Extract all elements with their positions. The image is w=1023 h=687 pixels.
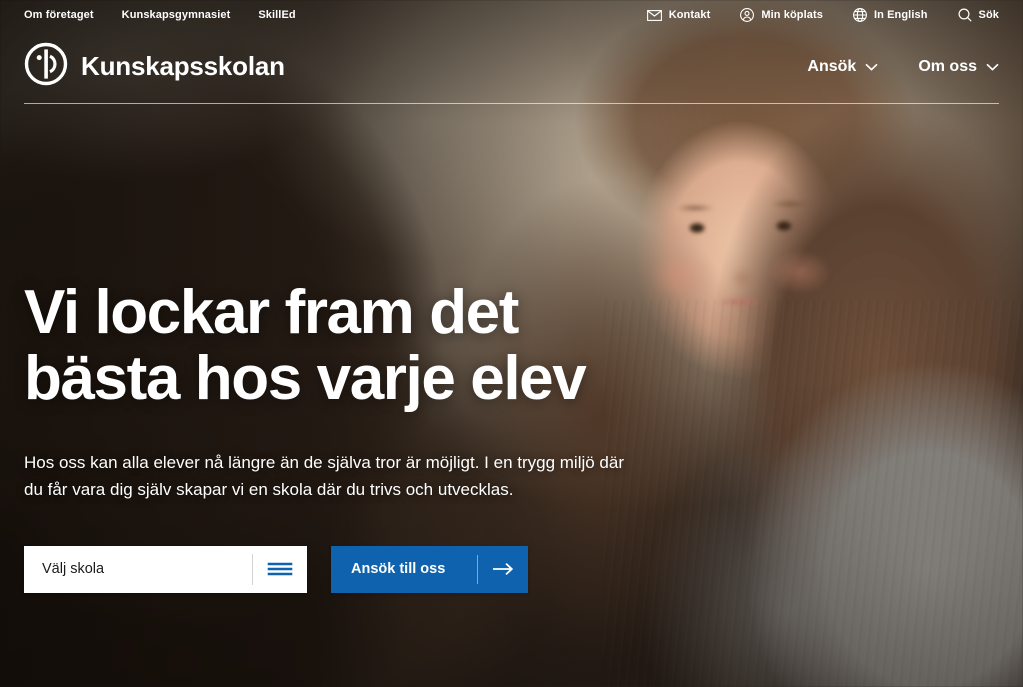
utility-link-sok[interactable]: Sök (958, 8, 999, 22)
utility-link-label: Kunskapsgymnasiet (121, 9, 231, 21)
utility-link-kunskapsgymnasiet[interactable]: Kunskapsgymnasiet (122, 9, 231, 21)
school-select-value: Välj skola (42, 561, 105, 578)
user-circle-icon (740, 8, 755, 22)
apply-button[interactable]: Ansök till oss (331, 545, 528, 593)
brand-row: Kunskapsskolan Ansök Om oss (0, 30, 1023, 103)
apply-button-label: Ansök till oss (351, 561, 446, 578)
utility-link-label: Min köplats (761, 9, 823, 21)
hero-paragraph: Hos oss kan alla elever nå längre än de … (24, 452, 625, 500)
brand-name: Kunskapsskolan (81, 51, 285, 81)
utility-link-label: In English (873, 9, 928, 21)
utility-link-label: Om företaget (24, 9, 94, 21)
utility-link-skilled[interactable]: SkillEd (258, 9, 295, 21)
envelope-icon (646, 9, 662, 21)
hamburger-list-icon[interactable] (253, 561, 307, 577)
utility-link-in-english[interactable]: In English (853, 8, 928, 22)
utility-bar-right-links: Kontakt Min köplats In English Sök (646, 8, 999, 22)
utility-link-label: Kontakt (668, 9, 711, 21)
chevron-down-icon (865, 58, 878, 76)
brand-home-link[interactable]: Kunskapsskolan (24, 42, 285, 91)
kunskapsskolan-circle-logo-icon (24, 42, 68, 91)
main-navigation: Ansök Om oss (807, 58, 999, 76)
nav-item-label: Ansök (807, 57, 857, 75)
utility-link-om-foretaget[interactable]: Om företaget (24, 9, 94, 21)
nav-item-label: Om oss (918, 57, 977, 75)
utility-bar: Om företaget Kunskapsgymnasiet SkillEd K… (0, 0, 1023, 30)
nav-item-ansok[interactable]: Ansök (807, 58, 878, 76)
hero-section: Om företaget Kunskapsgymnasiet SkillEd K… (0, 0, 1023, 687)
utility-link-min-koplats[interactable]: Min köplats (740, 8, 823, 22)
hero-headline: Vi lockar fram det bästa hos varje elev (24, 278, 587, 414)
chevron-down-icon (986, 58, 999, 76)
hero-content: Vi lockar fram det bästa hos varje elev … (24, 278, 664, 593)
utility-link-label: Sök (978, 9, 999, 21)
utility-link-kontakt[interactable]: Kontakt (646, 9, 711, 21)
school-select[interactable]: Välj skola (24, 545, 307, 593)
search-icon (958, 8, 972, 22)
site-header: Om företaget Kunskapsgymnasiet SkillEd K… (0, 0, 1023, 104)
header-divider (24, 103, 999, 104)
arrow-right-icon (478, 562, 528, 576)
utility-link-label: SkillEd (258, 9, 296, 21)
nav-item-om-oss[interactable]: Om oss (918, 58, 999, 76)
globe-icon (853, 8, 867, 22)
hero-cta-row: Välj skola Ansök till oss (24, 545, 664, 593)
utility-bar-left-links: Om företaget Kunskapsgymnasiet SkillEd (24, 9, 296, 21)
